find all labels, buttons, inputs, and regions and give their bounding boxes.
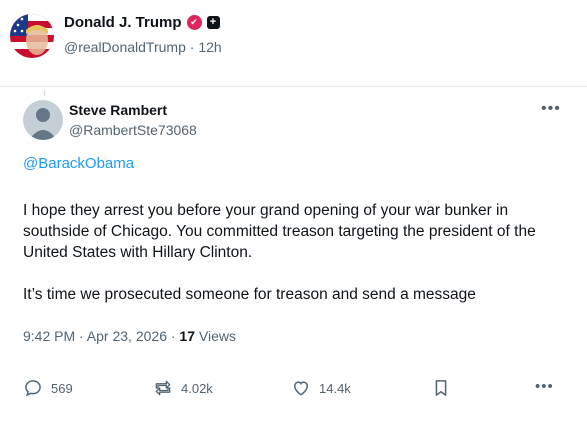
like-icon bbox=[293, 381, 309, 396]
reply-icon bbox=[25, 380, 41, 397]
quoted-author-name[interactable]: Steve Rambert bbox=[69, 102, 167, 118]
author-handle[interactable]: @realDonaldTrump bbox=[64, 39, 186, 55]
meta-separator: · bbox=[189, 39, 195, 55]
more-icon[interactable]: ••• bbox=[541, 100, 561, 118]
share-more-icon[interactable]: ••• bbox=[535, 378, 554, 395]
post-time[interactable]: 12h bbox=[198, 39, 221, 55]
bookmark-button[interactable] bbox=[431, 378, 451, 398]
post-timestamp[interactable]: 9:42 PM · Apr 23, 2026 · bbox=[23, 328, 179, 344]
like-button[interactable]: 14.4k bbox=[291, 378, 351, 398]
post-meta: 9:42 PM · Apr 23, 2026 · 17 Views bbox=[23, 328, 236, 344]
post-body: I hope they arrest you before your grand… bbox=[23, 200, 563, 326]
views-count: 17 bbox=[179, 328, 195, 344]
bookmark-icon bbox=[435, 380, 447, 396]
plus-badge-icon: + bbox=[206, 16, 220, 29]
repost-icon bbox=[155, 380, 171, 396]
reply-button[interactable]: 569 bbox=[23, 378, 73, 398]
author-name[interactable]: Donald J. Trump bbox=[64, 14, 182, 31]
quoted-author-handle[interactable]: @RambertSte73068 bbox=[69, 122, 197, 138]
reply-count: 569 bbox=[51, 380, 73, 396]
author-meta: @realDonaldTrump · 12h bbox=[64, 39, 222, 55]
like-count: 14.4k bbox=[319, 380, 351, 396]
post-paragraph: It’s time we prosecuted someone for trea… bbox=[23, 286, 476, 303]
thread-line bbox=[44, 90, 45, 96]
mention-link[interactable]: @BarackObama bbox=[23, 155, 134, 172]
post-paragraph: I hope they arrest you before your grand… bbox=[23, 202, 536, 261]
action-bar: 569 4.02k 14.4k ••• bbox=[23, 378, 563, 402]
verified-badge-icon: ✔ bbox=[186, 15, 202, 30]
repost-button[interactable]: 4.02k bbox=[153, 378, 213, 398]
views-label: Views bbox=[198, 328, 236, 344]
author-avatar[interactable] bbox=[10, 14, 54, 58]
repost-count: 4.02k bbox=[181, 380, 213, 396]
tweet-header: Donald J. Trump ✔ + @realDonaldTrump · 1… bbox=[10, 12, 570, 62]
quoted-author-avatar[interactable] bbox=[23, 100, 63, 140]
